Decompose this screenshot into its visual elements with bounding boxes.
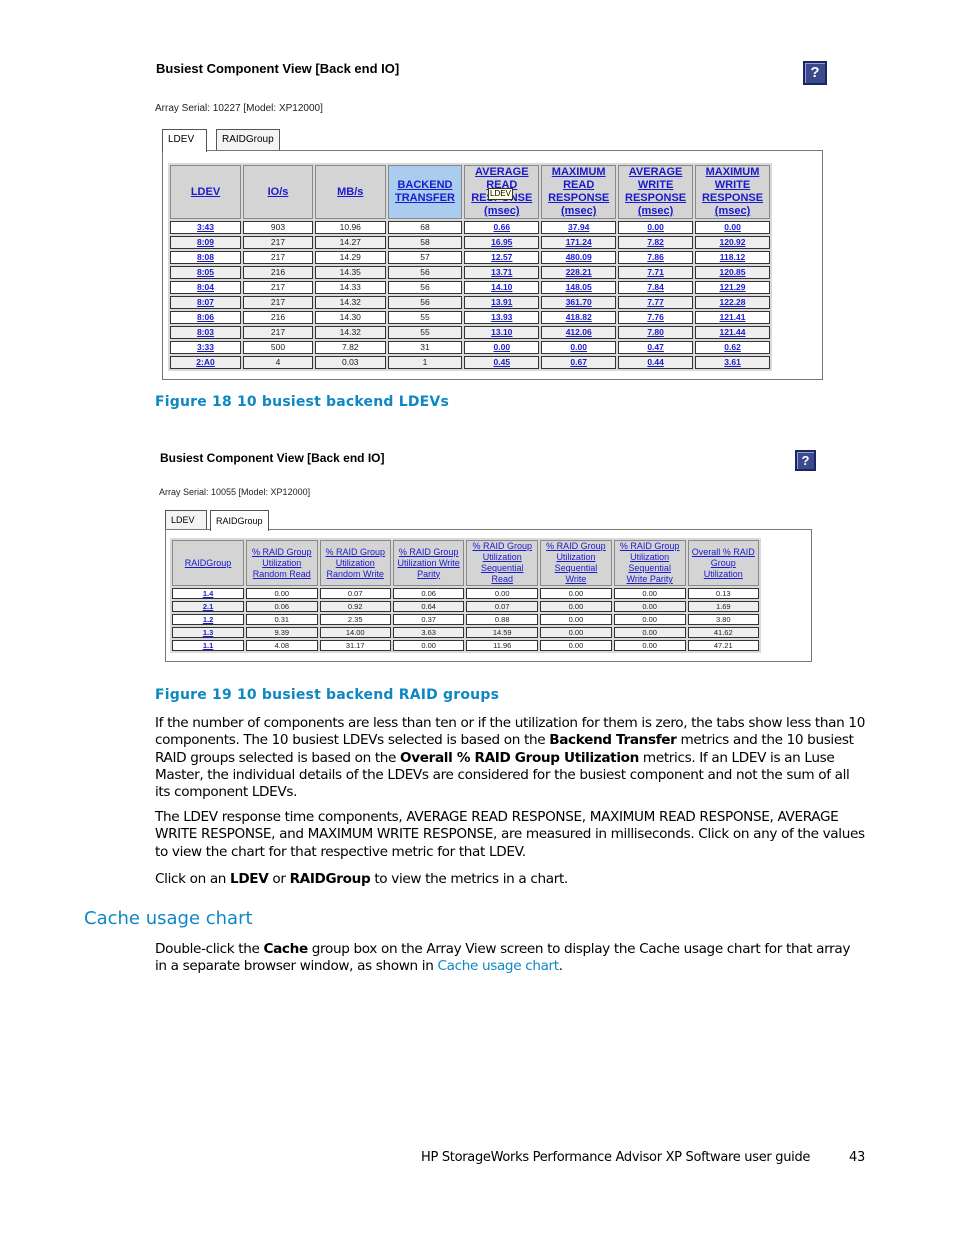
text: Click on an	[155, 871, 231, 887]
table-cell: 0.06	[392, 588, 465, 599]
table-cell: 41.62	[687, 627, 759, 638]
paragraph-cache-usage: Double-click the Cache group box on the …	[155, 941, 865, 976]
table-row: 1.2 0.31 2.35 0.37 0.88 0.00 0.00 3.80	[172, 614, 759, 625]
table-cell: 0.00	[613, 640, 686, 651]
table-cell: 0.00	[246, 588, 318, 599]
tab-ldev[interactable]: LDEV	[165, 510, 207, 529]
help-button[interactable]: ?	[795, 450, 816, 471]
column-header[interactable]: % RAID Group Utilization Random Read	[246, 540, 318, 586]
table-cell: 2.35	[319, 614, 391, 625]
table-cell: 14.59	[466, 627, 539, 638]
column-header[interactable]: % RAID Group Utilization Random Write	[319, 540, 391, 586]
table-cell: 9.39	[246, 627, 318, 638]
table-cell: 4.08	[246, 640, 318, 651]
column-header[interactable]: % RAID Group Utilization Sequential Writ…	[540, 540, 612, 586]
table-cell: 0.88	[466, 614, 539, 625]
table-cell: 2.1	[172, 601, 245, 612]
table-cell: 0.07	[319, 588, 391, 599]
table-cell: 0.06	[246, 601, 318, 612]
table-cell: 1.1	[172, 640, 245, 651]
text: or	[268, 871, 290, 887]
table-row: 1.4 0.00 0.07 0.06 0.00 0.00 0.00 0.13	[172, 588, 759, 599]
cache-usage-chart-link[interactable]: Cache usage chart	[437, 958, 559, 974]
table-cell: 1.2	[172, 614, 245, 625]
tab-ldev[interactable]: LDEV	[162, 129, 207, 152]
table-cell: 3.63	[392, 627, 465, 638]
column-header[interactable]: % RAID Group Utilization Sequential Read	[466, 540, 539, 586]
raidgroup-table: RAIDGroup% RAID Group Utilization Random…	[170, 538, 761, 653]
bold-term: RAIDGroup	[289, 871, 371, 887]
table-cell: 3.80	[687, 614, 759, 625]
column-header[interactable]: % RAID Group Utilization Write Parity	[392, 540, 465, 586]
figure-19-caption: Figure 19 10 busiest backend RAID groups	[155, 687, 500, 703]
tab-raidgroup[interactable]: RAIDGroup	[210, 510, 269, 531]
page-number: 43	[849, 1150, 865, 1165]
table-cell: 0.00	[540, 614, 612, 625]
table-cell: 0.00	[466, 588, 539, 599]
section-heading-cache-usage: Cache usage chart	[84, 908, 253, 929]
row-link[interactable]: 1.4	[203, 589, 213, 598]
table-cell: 0.64	[392, 601, 465, 612]
table-row: 2.1 0.06 0.92 0.64 0.07 0.00 0.00 1.69	[172, 601, 759, 612]
table-cell: 0.00	[613, 614, 686, 625]
row-link[interactable]: 1.3	[203, 628, 213, 637]
column-header[interactable]: Overall % RAID Group Utilization	[687, 540, 759, 586]
bold-term: Backend Transfer	[549, 732, 677, 749]
footer-guide-title: HP StorageWorks Performance Advisor XP S…	[421, 1150, 811, 1165]
table-cell: 0.00	[540, 601, 612, 612]
row-link[interactable]: 1.1	[203, 641, 213, 650]
column-header[interactable]: RAIDGroup	[172, 540, 245, 586]
figure-19-screenshot: Busiest Component View [Back end IO] ? A…	[0, 0, 954, 680]
table-cell: 11.96	[466, 640, 539, 651]
table-cell: 0.00	[613, 588, 686, 599]
table-cell: 14.00	[319, 627, 391, 638]
bold-term: LDEV	[230, 871, 269, 887]
table-cell: 0.37	[392, 614, 465, 625]
table-cell: 0.13	[687, 588, 759, 599]
text: to view the metrics in a chart.	[370, 871, 568, 887]
table-cell: 0.07	[466, 601, 539, 612]
table-cell: 0.00	[613, 627, 686, 638]
table-row: 1.1 4.08 31.17 0.00 11.96 0.00 0.00 47.21	[172, 640, 759, 651]
table-cell: 0.00	[540, 588, 612, 599]
bold-term: Cache	[263, 941, 308, 957]
table-cell: 0.00	[392, 640, 465, 651]
text: .	[558, 958, 563, 975]
paragraph-click-ldev: Click on an LDEV or RAIDGroup to view th…	[155, 871, 865, 888]
paragraph-busiest-selection: If the number of components are less tha…	[155, 715, 865, 801]
tooltip: LDEV	[488, 188, 513, 200]
row-link[interactable]: 2.1	[203, 602, 213, 611]
text: Double-click the	[155, 941, 264, 957]
bold-term: Overall % RAID Group Utilization	[400, 749, 639, 766]
row-link[interactable]: 1.2	[203, 615, 213, 624]
table-row: 1.3 9.39 14.00 3.63 14.59 0.00 0.00 41.62	[172, 627, 759, 638]
array-serial: Array Serial: 10055 [Model: XP12000]	[159, 487, 311, 497]
table-cell: 0.31	[246, 614, 318, 625]
paragraph-response-time: The LDEV response time components, AVERA…	[155, 809, 865, 860]
table-cell: 1.69	[687, 601, 759, 612]
table-cell: 0.00	[613, 601, 686, 612]
help-icon: ?	[801, 453, 810, 468]
column-header[interactable]: % RAID Group Utilization Sequential Writ…	[613, 540, 686, 586]
table-cell: 31.17	[319, 640, 391, 651]
table-cell: 0.00	[540, 627, 612, 638]
view-title: Busiest Component View [Back end IO]	[160, 451, 385, 465]
table-cell: 1.3	[172, 627, 245, 638]
table-cell: 1.4	[172, 588, 245, 599]
table-cell: 0.00	[540, 640, 612, 651]
table-cell: 47.21	[687, 640, 759, 651]
table-cell: 0.92	[319, 601, 391, 612]
